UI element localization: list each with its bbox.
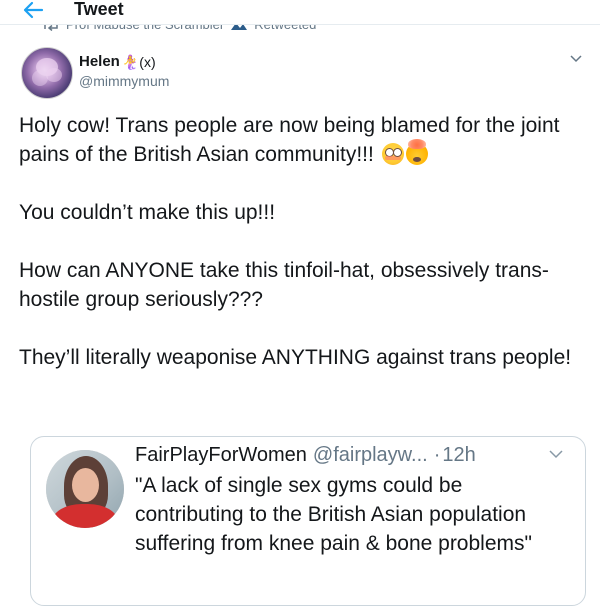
quoted-tweet-chevron-icon[interactable] [549,449,563,459]
retweeter-name[interactable]: Prof Mabuse the Scrambler [66,24,224,32]
retweeted-label: Retweeted [254,24,317,32]
flushed-face-emoji-icon [381,143,404,165]
author-handle[interactable]: @mimmymum [79,73,169,89]
quoted-author-handle[interactable]: @fairplayw... [313,441,428,469]
back-arrow-icon[interactable] [22,0,44,20]
quoted-tweet-header: FairPlayForWomen @fairplayw... · 12h [135,441,476,469]
quoted-tweet-timestamp[interactable]: 12h [442,441,475,469]
tweet-paragraph: They’ll literally weaponise ANYTHING aga… [19,346,572,369]
retweet-context[interactable]: Prof Mabuse the Scrambler Retweeted [42,24,316,38]
tweet-paragraph: Holy cow! Trans people are now being bla… [19,114,560,166]
exploding-head-emoji-icon [405,139,428,165]
tweet-text: Holy cow! Trans people are now being bla… [19,111,589,372]
quoted-tweet-card[interactable]: FairPlayForWomen @fairplayw... · 12h "A … [30,436,586,606]
author-display-name[interactable]: Helen [79,53,120,71]
dot-separator: · [433,444,441,466]
tweet-paragraph: How can ANYONE take this tinfoil-hat, ob… [19,259,549,311]
retweeter-badge-icon [231,24,248,30]
author-name-emoji: 🧜‍♀️(x) [121,54,156,70]
quoted-author-avatar[interactable] [46,450,124,528]
quoted-author-name[interactable]: FairPlayForWomen [135,441,307,469]
retweet-icon [44,24,58,31]
top-bar: Tweet [0,0,600,25]
page-title: Tweet [74,0,124,19]
tweet-paragraph: You couldn’t make this up!!! [19,201,276,224]
quoted-tweet-text: "A lack of single sex gyms could be cont… [135,474,532,555]
author-name-line[interactable]: Helen 🧜‍♀️(x) [79,53,156,71]
author-avatar[interactable] [21,47,73,99]
tweet-menu-chevron-icon[interactable] [570,54,582,64]
